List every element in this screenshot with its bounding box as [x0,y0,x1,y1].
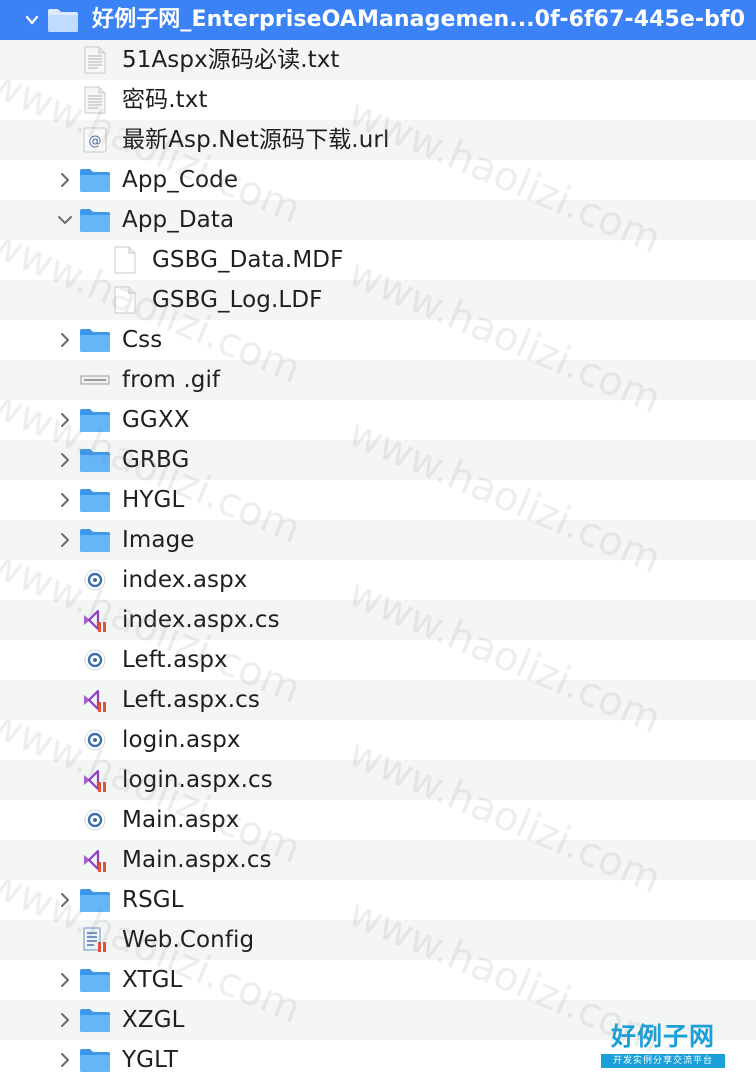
logo-tagline: 开发实例分享交流平台 [601,1054,725,1068]
site-logo: 好例子网 开发实例分享交流平台 [601,1022,725,1074]
tree-folder-row[interactable]: Css [0,320,756,360]
item-label-app-data: App_Data [122,207,235,233]
folder-icon [79,446,111,474]
tree-file-row[interactable]: Main.aspx.cs [0,840,756,880]
item-label-txt: 密码.txt [122,87,208,113]
folder-icon [79,206,111,234]
item-label-rsgl: RSGL [122,887,184,913]
aspx-file-icon [79,566,111,594]
item-label-app-code: App_Code [122,167,239,193]
folder-icon [79,886,111,914]
item-label-css: Css [122,327,163,353]
item-label-hygl: HYGL [122,487,185,513]
text-document-icon [79,46,111,74]
folder-icon [79,486,111,514]
aspx-file-icon [79,726,111,754]
chevron-right-icon[interactable] [55,1000,75,1040]
blank-document-icon [109,286,141,314]
tree-file-row[interactable]: Web.Config [0,920,756,960]
folder-icon [79,166,111,194]
chevron-right-icon[interactable] [55,960,75,1000]
item-label-index-aspx-cs: index.aspx.cs [122,607,280,633]
text-document-icon [79,86,111,114]
item-label-xtgl: XTGL [122,967,183,993]
chevron-right-icon[interactable] [55,880,75,920]
tree-folder-row[interactable]: Image [0,520,756,560]
item-label-main-aspx-cs: Main.aspx.cs [122,847,272,873]
folder-icon [47,6,79,34]
chevron-right-icon[interactable] [55,1040,75,1080]
item-label-asp-net-url: 最新Asp.Net源码下载.url [122,127,390,153]
tree-file-row[interactable]: 密码.txt [0,80,756,120]
item-label-from-gif: from .gif [122,367,221,393]
tree-file-row[interactable]: @ 最新Asp.Net源码下载.url [0,120,756,160]
folder-icon [79,526,111,554]
tree-folder-row[interactable]: GRBG [0,440,756,480]
blank-document-icon [109,246,141,274]
item-label-login-aspx: login.aspx [122,727,241,753]
csharp-file-icon [79,846,111,874]
tree-file-row[interactable]: index.aspx [0,560,756,600]
tree-file-row[interactable]: GSBG_Log.LDF [0,280,756,320]
chevron-right-icon[interactable] [55,520,75,560]
tree-folder-row[interactable]: HYGL [0,480,756,520]
tree-file-row[interactable]: Left.aspx.cs [0,680,756,720]
aspx-file-icon [79,646,111,674]
file-tree: 好例子网_EnterpriseOAManagemen...0f-6f67-445… [0,0,756,1080]
tree-file-row[interactable]: 51Aspx源码必读.txt [0,40,756,80]
tree-file-row[interactable]: Main.aspx [0,800,756,840]
chevron-right-icon[interactable] [55,320,75,360]
item-label-main-aspx: Main.aspx [122,807,240,833]
item-label-ggxx: GGXX [122,407,190,433]
item-label-51aspx-txt: 51Aspx源码必读.txt [122,47,340,73]
tree-file-row[interactable]: index.aspx.cs [0,600,756,640]
chevron-right-icon[interactable] [55,480,75,520]
item-label-login-aspx-cs: login.aspx.cs [122,767,273,793]
item-label-gsbg-log-ldf: GSBG_Log.LDF [152,287,323,313]
tree-folder-row[interactable]: App_Code [0,160,756,200]
chevron-right-icon[interactable] [55,400,75,440]
folder-icon [79,406,111,434]
chevron-right-icon[interactable] [55,160,75,200]
csharp-file-icon [79,686,111,714]
item-label-yglt: YGLT [122,1047,178,1073]
tree-file-row[interactable]: login.aspx [0,720,756,760]
tree-file-row[interactable]: GSBG_Data.MDF [0,240,756,280]
item-label-xzgl: XZGL [122,1007,185,1033]
config-file-icon [79,926,111,954]
tree-folder-row[interactable]: App_Data [0,200,756,240]
chevron-down-icon[interactable] [22,0,42,40]
aspx-file-icon [79,806,111,834]
folder-icon [79,1046,111,1074]
item-label-left-aspx: Left.aspx [122,647,228,673]
item-label-image: Image [122,527,195,553]
item-label-index-aspx: index.aspx [122,567,248,593]
item-label-left-aspx-cs: Left.aspx.cs [122,687,261,713]
csharp-file-icon [79,766,111,794]
logo-title: 好例子网 [610,1022,715,1051]
tree-folder-row[interactable]: GGXX [0,400,756,440]
tree-row-root[interactable]: 好例子网_EnterpriseOAManagemen...0f-6f67-445… [0,0,756,40]
folder-icon [79,1006,111,1034]
csharp-file-icon [79,606,111,634]
root-folder-label: 好例子网_EnterpriseOAManagemen...0f-6f67-445… [92,7,746,32]
tree-folder-row[interactable]: RSGL [0,880,756,920]
tree-folder-row[interactable]: XTGL [0,960,756,1000]
chevron-right-icon[interactable] [55,440,75,480]
tree-file-row[interactable]: from .gif [0,360,756,400]
item-label-gsbg-data-mdf: GSBG_Data.MDF [152,247,344,273]
image-file-icon [79,366,111,394]
tree-file-row[interactable]: login.aspx.cs [0,760,756,800]
chevron-down-icon[interactable] [55,200,75,240]
item-label-grbg: GRBG [122,447,190,473]
tree-file-row[interactable]: Left.aspx [0,640,756,680]
folder-icon [79,966,111,994]
item-label-web-config: Web.Config [122,927,255,953]
svg-text:@: @ [89,134,102,149]
folder-icon [79,326,111,354]
url-file-icon: @ [79,126,111,154]
